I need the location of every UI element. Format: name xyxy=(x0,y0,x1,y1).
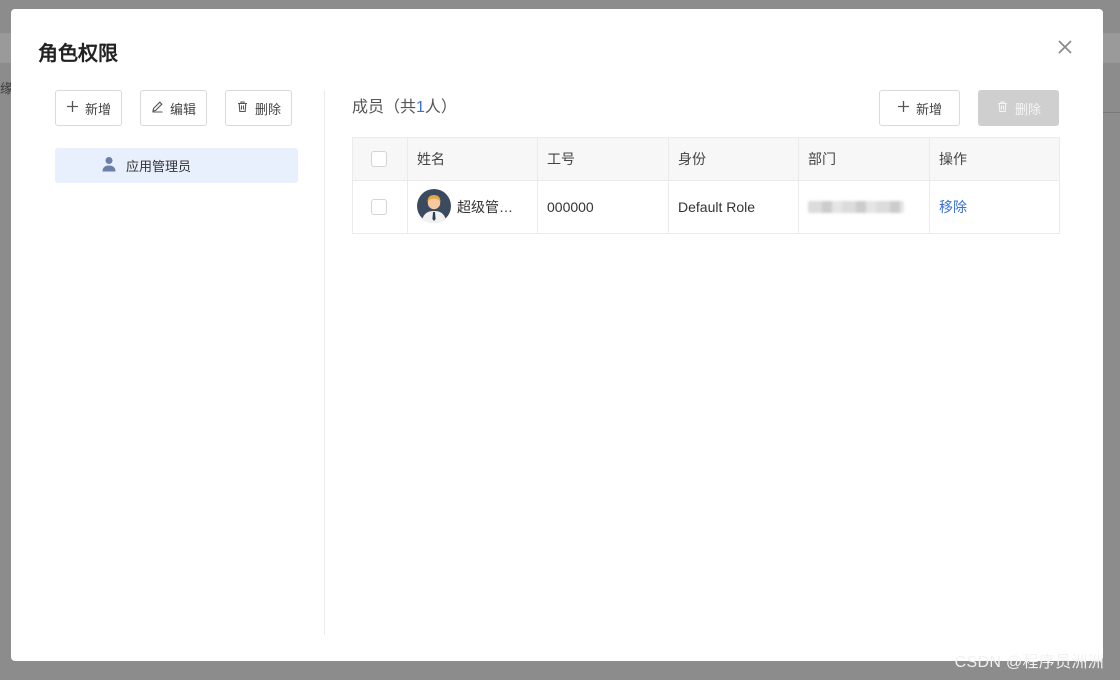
dialog-title: 角色权限 xyxy=(38,43,118,65)
column-header-action: 操作 xyxy=(929,137,1060,181)
delete-member-label: 删除 xyxy=(1014,101,1041,117)
table-header-row: 姓名 工号 身份 部门 操作 xyxy=(352,137,1060,181)
role-item-label: 应用管理员 xyxy=(126,159,192,174)
background-divider xyxy=(1100,112,1120,113)
column-header-department: 部门 xyxy=(798,137,930,181)
user-icon xyxy=(101,156,117,175)
blurred-department xyxy=(808,201,904,213)
member-panel: 成员（共1人） 新增 删除 姓名 工号 身份 部门 操作 超级管… 000000… xyxy=(352,90,1060,234)
member-count: 1 xyxy=(416,99,425,116)
add-role-button[interactable]: 新增 xyxy=(55,90,123,126)
select-all-checkbox[interactable] xyxy=(371,151,387,167)
member-employee-id: 000000 xyxy=(537,180,669,234)
select-all-cell xyxy=(352,137,408,181)
edit-icon xyxy=(151,100,164,116)
column-header-name: 姓名 xyxy=(407,137,538,181)
member-count-title: 成员（共1人） xyxy=(352,93,457,117)
role-list-panel: 新增 编辑 删除 应用管理员 xyxy=(55,90,325,635)
add-member-label: 新增 xyxy=(915,101,942,117)
table-row: 超级管… 000000 Default Role 移除 xyxy=(352,180,1060,234)
column-header-employee-id: 工号 xyxy=(537,137,669,181)
member-identity: Default Role xyxy=(668,180,799,234)
member-department-cell xyxy=(798,180,930,234)
member-header: 成员（共1人） 新增 删除 xyxy=(352,90,1059,126)
member-table: 姓名 工号 身份 部门 操作 超级管… 000000 Default Role … xyxy=(352,137,1060,234)
member-toolbar: 新增 删除 xyxy=(878,90,1059,126)
delete-role-button[interactable]: 删除 xyxy=(225,90,293,126)
plus-icon xyxy=(66,100,79,116)
role-permission-dialog: 角色权限 新增 编辑 删除 应用管理员 成员（共1人） 新增 删除 姓名 工号 … xyxy=(11,9,1103,661)
member-name: 超级管… xyxy=(457,199,513,215)
member-name-cell: 超级管… xyxy=(407,180,538,234)
role-toolbar: 新增 编辑 删除 xyxy=(55,90,325,126)
column-header-identity: 身份 xyxy=(668,137,799,181)
panel-divider xyxy=(324,90,325,635)
edit-role-button[interactable]: 编辑 xyxy=(140,90,208,126)
member-title-suffix: 人） xyxy=(424,99,457,116)
delete-role-label: 删除 xyxy=(255,101,282,117)
trash-icon xyxy=(236,100,249,116)
trash-icon xyxy=(996,100,1009,116)
member-action-cell: 移除 xyxy=(929,180,1060,234)
plus-icon xyxy=(897,100,910,116)
remove-member-link[interactable]: 移除 xyxy=(939,199,967,215)
avatar xyxy=(417,188,451,226)
member-title-prefix: 成员（共 xyxy=(352,99,417,116)
row-checkbox[interactable] xyxy=(371,199,387,215)
close-icon[interactable] xyxy=(1055,37,1075,57)
edit-role-label: 编辑 xyxy=(170,101,197,117)
add-role-label: 新增 xyxy=(85,101,112,117)
watermark: CSDN @程序员洲洲 xyxy=(954,654,1104,671)
delete-member-button[interactable]: 删除 xyxy=(977,90,1059,126)
role-item-app-admin[interactable]: 应用管理员 xyxy=(55,148,298,183)
add-member-button[interactable]: 新增 xyxy=(878,90,960,126)
row-select-cell xyxy=(352,180,408,234)
